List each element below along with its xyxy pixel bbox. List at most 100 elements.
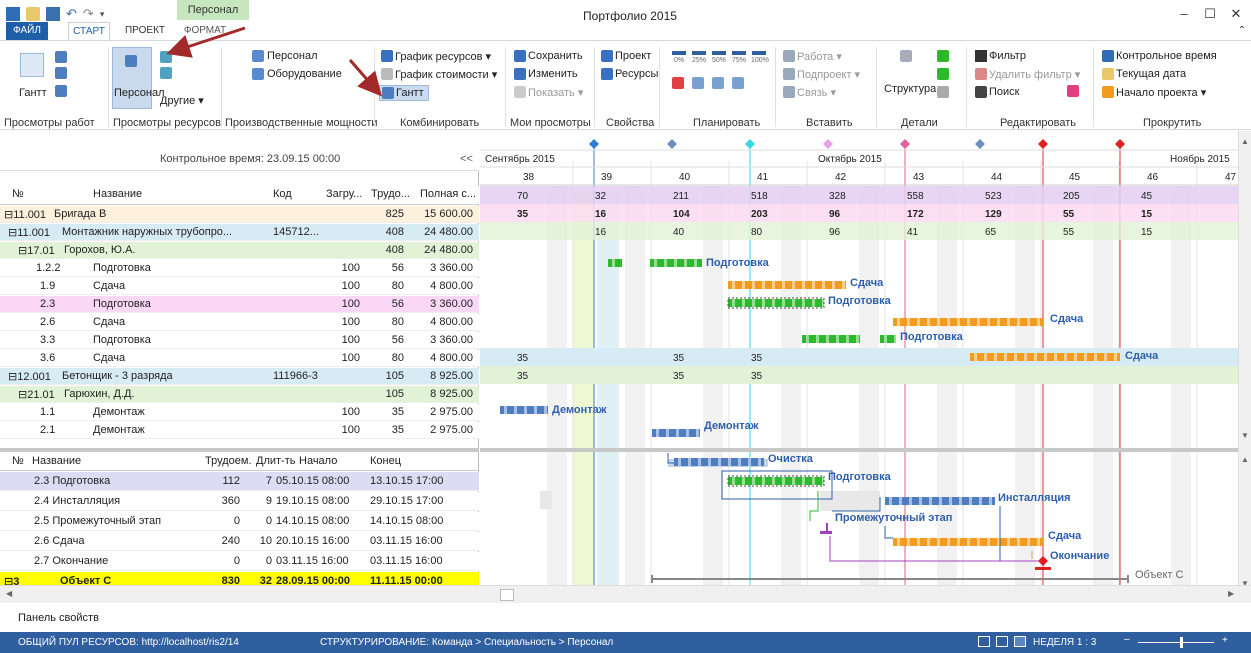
vertical-scrollbar[interactable]: ▲ ▼ ▲ ▼ xyxy=(1238,131,1251,593)
calendar-icon[interactable] xyxy=(55,85,67,97)
scroll-left-icon[interactable]: ◀ xyxy=(6,589,12,598)
details-more-icon[interactable] xyxy=(937,86,949,98)
zoom-50-icon[interactable] xyxy=(712,51,726,55)
resource-chart-button[interactable]: График ресурсов ▾ xyxy=(395,50,491,63)
table-row[interactable]: 3.3 Подготовка 100 56 3 360.00 xyxy=(0,332,479,349)
table-row[interactable]: 1.9 Сдача 100 80 4 800.00 xyxy=(0,278,479,295)
collapse-button[interactable]: << xyxy=(460,153,473,165)
undo-icon[interactable]: ↶ xyxy=(66,6,77,22)
scroll-up-icon[interactable]: ▲ xyxy=(1241,137,1249,146)
table-row[interactable]: ⊟12.001 Бетонщик - 3 разряда 111966-3 105 8 … xyxy=(0,368,479,385)
equipment-button[interactable]: Оборудование xyxy=(267,68,342,80)
plan-options-icon[interactable] xyxy=(732,77,744,89)
search-button[interactable]: Поиск xyxy=(989,86,1019,98)
eraser-icon[interactable] xyxy=(1067,85,1079,97)
network-icon[interactable] xyxy=(55,67,67,79)
zoom-out-icon[interactable]: – xyxy=(1124,634,1130,645)
col-load[interactable]: Загру... xyxy=(326,188,362,200)
table-row[interactable]: 2.4 Инсталляция 360 9 19.10.15 08:00 29.10.1… xyxy=(0,492,479,511)
col-b-num[interactable]: № xyxy=(12,455,24,467)
table-row[interactable]: 2.6 Сдача 240 10 20.10.15 16:00 03.11.15 16:… xyxy=(0,532,479,551)
pane-splitter[interactable] xyxy=(0,448,479,452)
task-sheet-icon[interactable] xyxy=(55,51,67,63)
table-row[interactable]: 2.1 Демонтаж 100 35 2 975.00 xyxy=(0,422,479,439)
table-row[interactable]: ⊟11.001 Монтажник наружных трубопро... 145… xyxy=(0,224,479,241)
open-folder-icon[interactable] xyxy=(26,7,40,21)
bar-segment xyxy=(504,406,507,414)
view-grid-icon[interactable] xyxy=(996,636,1008,647)
horizontal-scrollbar[interactable]: ◀ ▶ xyxy=(0,585,1251,603)
zoom-100-icon[interactable] xyxy=(752,51,766,55)
table-row[interactable]: 2.7 Окончание 0 0 03.11.15 16:00 03.11.15 16… xyxy=(0,552,479,571)
redo-icon[interactable]: ↷ xyxy=(83,6,94,22)
zoom-75-icon[interactable] xyxy=(732,51,746,55)
col-cost[interactable]: Полная с... xyxy=(420,188,476,200)
project-start-button[interactable]: Начало проекта ▾ xyxy=(1116,86,1206,99)
resource-usage-icon[interactable] xyxy=(160,67,172,79)
properties-panel[interactable]: Панель свойств xyxy=(0,606,1251,632)
zoom-slider[interactable] xyxy=(1138,642,1214,643)
scroll-right-icon[interactable]: ▶ xyxy=(1228,589,1234,598)
plan-level-icon[interactable] xyxy=(692,77,704,89)
table-row[interactable]: 1.2.2 Подготовка 100 56 3 360.00 xyxy=(0,260,479,277)
structure-button[interactable]: Структура xyxy=(884,83,936,95)
col-code[interactable]: Код xyxy=(273,188,292,200)
gantt-view-button[interactable]: Гантт xyxy=(19,87,47,99)
others-dropdown[interactable]: Другие ▾ xyxy=(160,94,204,107)
tab-format[interactable]: ФОРМАТ xyxy=(180,22,230,40)
filter-button[interactable]: Фильтр xyxy=(989,50,1026,62)
work-insert-button[interactable]: Работа ▾ xyxy=(797,50,842,63)
tab-project[interactable]: ПРОЕКТ xyxy=(120,22,170,40)
control-time-button[interactable]: Контрольное время xyxy=(1116,50,1217,62)
table-row[interactable]: ⊟11.001 Бригада В 825 15 600.00 xyxy=(0,206,479,223)
table-row[interactable]: ⊟17.01 Горохов, Ю.А. 408 24 480.00 xyxy=(0,242,479,259)
tab-start[interactable]: СТАРТ xyxy=(68,22,110,40)
zoom-25-icon[interactable] xyxy=(692,51,706,55)
scroll-thumb[interactable] xyxy=(500,589,514,601)
zoom-0-icon[interactable] xyxy=(672,51,686,55)
col-b-start[interactable]: Начало xyxy=(299,455,337,467)
scroll-up-icon-2[interactable]: ▲ xyxy=(1241,455,1249,464)
col-b-name[interactable]: Название xyxy=(32,455,81,467)
bar-segment xyxy=(907,538,910,546)
save-view-button[interactable]: Сохранить xyxy=(528,50,583,62)
tab-file[interactable]: ФАЙЛ xyxy=(6,22,48,40)
scroll-down-icon[interactable]: ▼ xyxy=(1241,431,1249,440)
gantt-chart[interactable]: Сентябрь 2015 Октябрь 2015 Ноябрь 2015 38 39… xyxy=(480,131,1238,593)
plan-split-icon[interactable] xyxy=(712,77,724,89)
view-gantt-icon[interactable] xyxy=(1014,636,1026,647)
remove-filter-button[interactable]: Удалить фильтр ▾ xyxy=(989,68,1080,81)
col-b-dur[interactable]: Длит-ть xyxy=(256,455,295,467)
collapse-ribbon-icon[interactable]: ⌃ xyxy=(1236,22,1248,40)
table-row[interactable]: 2.5 Промежуточный этап 0 0 14.10.15 08:00 14… xyxy=(0,512,479,531)
plan-schedule-icon[interactable] xyxy=(672,77,684,89)
table-row[interactable]: ⊟21.01 Гарюхин, Д.Д. 105 8 925.00 xyxy=(0,386,479,403)
table-row[interactable]: 2.3 Подготовка 112 7 05.10.15 08:00 13.10.15… xyxy=(0,472,479,491)
save-icon[interactable] xyxy=(46,7,60,21)
outdent-icon[interactable] xyxy=(937,68,949,80)
table-row[interactable]: 2.6 Сдача 100 80 4 800.00 xyxy=(0,314,479,331)
table-row[interactable]: 2.3 Подготовка 100 56 3 360.00 xyxy=(0,296,479,313)
project-props-button[interactable]: Проект xyxy=(615,50,651,62)
change-view-button[interactable]: Изменить xyxy=(528,68,578,80)
current-date-button[interactable]: Текущая дата xyxy=(1116,68,1186,80)
customize-qat-icon[interactable]: ▾ xyxy=(100,9,105,20)
col-b-labor[interactable]: Трудоем. xyxy=(205,455,252,467)
zoom-slider-thumb[interactable] xyxy=(1180,637,1183,648)
subproject-insert-button[interactable]: Подпроект ▾ xyxy=(797,68,860,81)
link-insert-button[interactable]: Связь ▾ xyxy=(797,86,836,99)
zoom-in-icon[interactable]: + xyxy=(1222,635,1228,646)
col-b-end[interactable]: Конец xyxy=(370,455,401,467)
col-num[interactable]: № xyxy=(12,188,24,200)
table-row[interactable]: 1.1 Демонтаж 100 35 2 975.00 xyxy=(0,404,479,421)
table-row[interactable]: 3.6 Сдача 100 80 4 800.00 xyxy=(0,350,479,367)
resources-props-button[interactable]: Ресурсы xyxy=(615,68,658,80)
col-name[interactable]: Название xyxy=(93,188,142,200)
indent-icon[interactable] xyxy=(937,50,949,62)
show-view-button[interactable]: Показать ▾ xyxy=(528,86,583,99)
resource-sheet-icon[interactable] xyxy=(160,51,172,63)
col-labor[interactable]: Трудо... xyxy=(371,188,410,200)
cost-chart-button[interactable]: График стоимости ▾ xyxy=(395,68,497,81)
personnel-button[interactable]: Персонал xyxy=(267,50,318,62)
view-normal-icon[interactable] xyxy=(978,636,990,647)
